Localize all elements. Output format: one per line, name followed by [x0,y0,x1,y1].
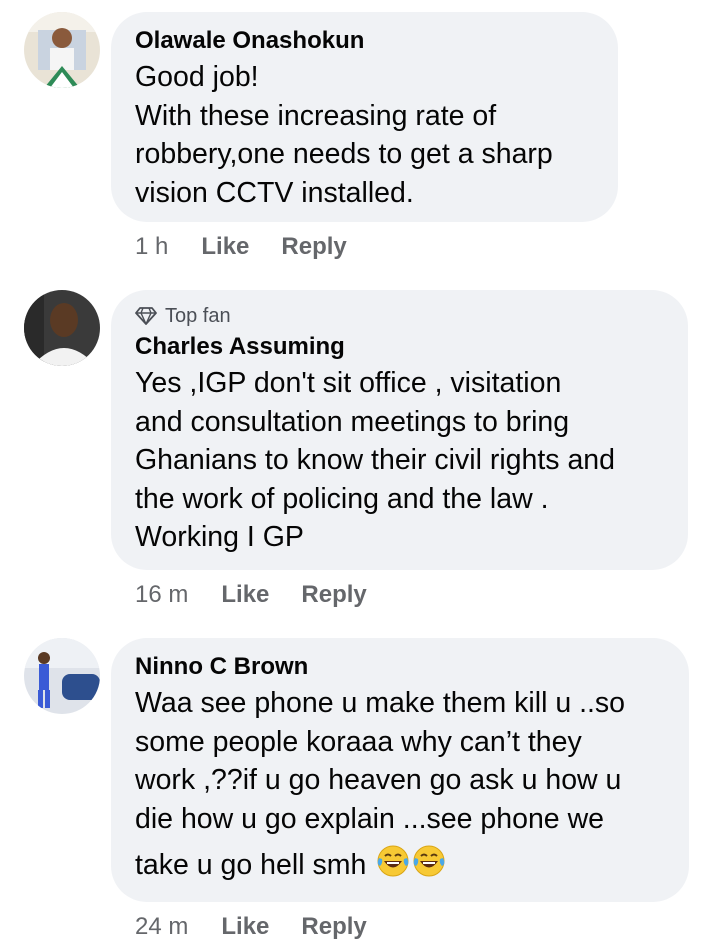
comment-actions: 24 m Like Reply [135,912,399,942]
diamond-icon [135,307,157,325]
reply-button[interactable]: Reply [301,581,366,609]
comment-line: and consultation meetings to bring [135,405,570,438]
laughing-tears-emoji-icon [412,844,446,889]
comment-line: some people koraaa why can’t they [135,725,582,758]
comment-timestamp[interactable]: 24 m [135,913,188,941]
comment-timestamp[interactable]: 16 m [135,581,188,609]
comment-line: take u go hell smh [135,844,665,889]
laughing-tears-emoji-icon [376,844,410,889]
like-button[interactable]: Like [221,913,269,941]
comment-author[interactable]: Charles Assuming [135,332,664,362]
comment-bubble: Ninno C Brown Waa see phone u make them … [111,638,689,902]
reply-button[interactable]: Reply [281,233,346,261]
comment-line: Ghanians to know their civil rights and [135,444,615,476]
comment-line: vision CCTV installed. [135,176,414,209]
comment-actions: 16 m Like Reply [135,580,399,610]
comment-author[interactable]: Olawale Onashokun [135,26,594,56]
comment-line: With these increasing rate of [135,99,497,132]
comment-line: Working I GP [135,521,304,553]
reply-button[interactable]: Reply [301,913,366,941]
avatar[interactable] [24,638,100,714]
comment-line: the work of policing and the law . [135,482,549,515]
comment-line: Yes ,IGP don't sit office , visitation [135,367,562,399]
comment-bubble: Olawale Onashokun Good job! With these i… [111,12,618,222]
comment-text: Good job! With these increasing rate of … [135,58,594,212]
comment-line: Waa see phone u make them kill u ..so [135,687,626,719]
comment-line: robbery,one needs to get a sharp [135,138,553,170]
top-fan-badge: Top fan [135,304,664,328]
avatar[interactable] [24,12,100,88]
comment-bubble: Top fan Charles Assuming Yes ,IGP don't … [111,290,688,570]
avatar[interactable] [24,290,100,366]
comment-line: die how u go explain ...see phone we [135,802,604,835]
like-button[interactable]: Like [221,581,269,609]
comment-actions: 1 h Like Reply [135,232,379,262]
comment-text: Waa see phone u make them kill u ..so so… [135,684,665,889]
comment-timestamp[interactable]: 1 h [135,233,168,261]
comment-author[interactable]: Ninno C Brown [135,652,665,682]
comment-text: Yes ,IGP don't sit office , visitation a… [135,364,664,557]
comment-line: work ,??if u go heaven go ask u how u [135,764,622,796]
comment-line-text: take u go hell smh [135,848,367,881]
comment-line: Good job! [135,61,259,93]
like-button[interactable]: Like [201,233,249,261]
top-fan-label: Top fan [165,304,231,327]
